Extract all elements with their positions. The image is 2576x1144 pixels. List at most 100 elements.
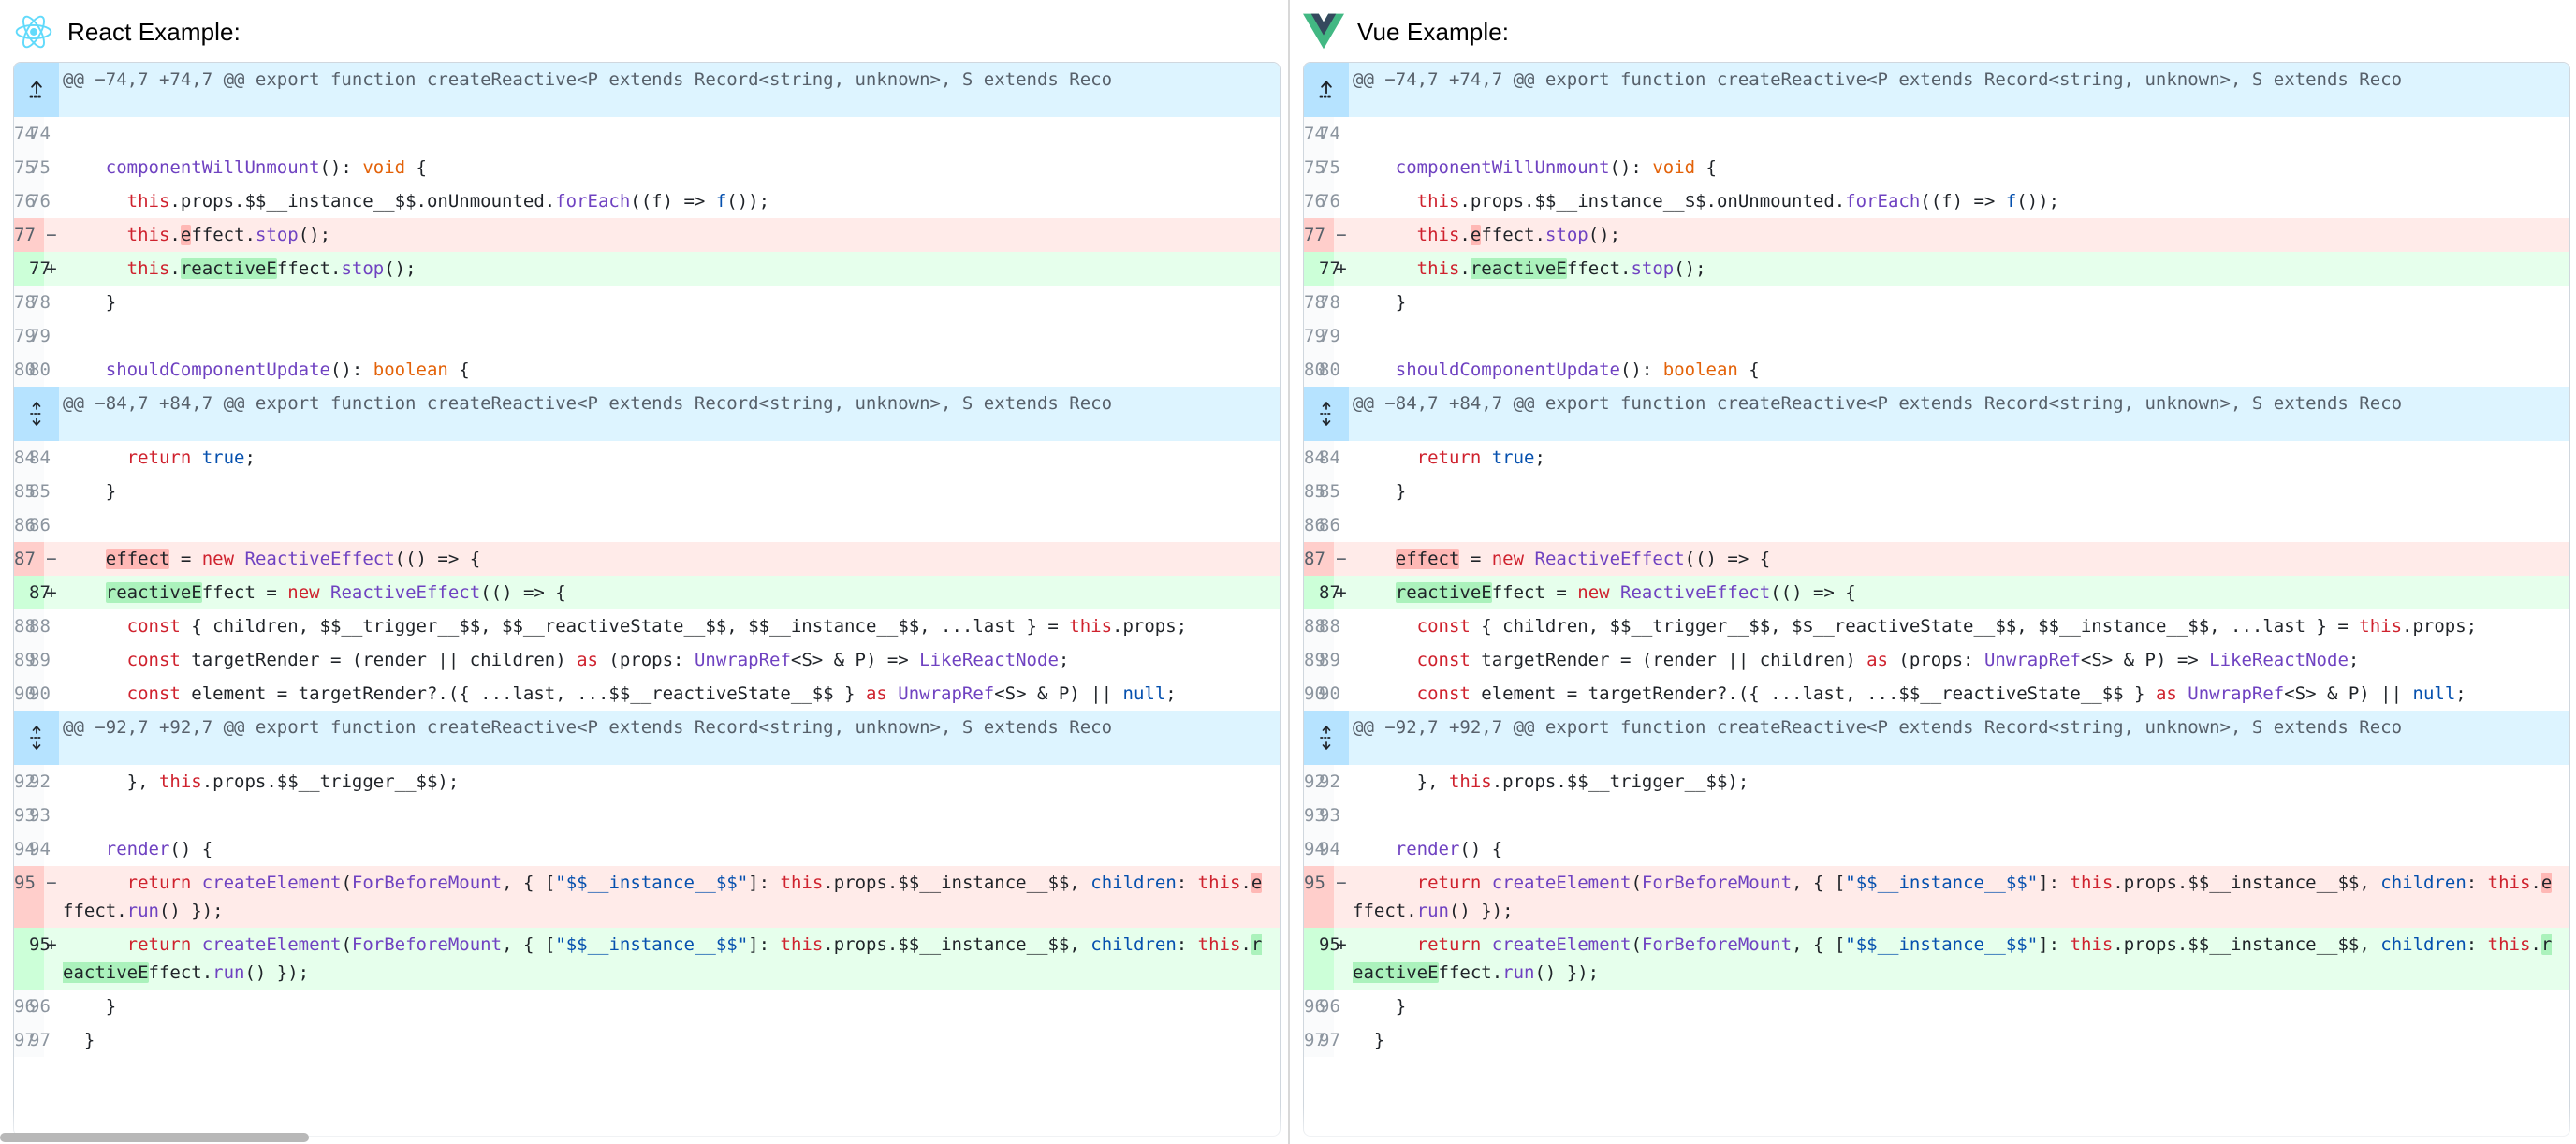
code-token: this: [1417, 258, 1460, 279]
old-line-number[interactable]: 90: [1304, 677, 1319, 711]
old-line-number[interactable]: 97: [1304, 1023, 1319, 1057]
new-line-number[interactable]: 77: [29, 252, 44, 286]
old-line-number[interactable]: 96: [1304, 990, 1319, 1023]
old-line-number[interactable]: [14, 928, 29, 990]
new-line-number[interactable]: 96: [1319, 990, 1334, 1023]
new-line-number[interactable]: 75: [29, 151, 44, 184]
new-line-number[interactable]: 80: [1319, 353, 1334, 387]
vue-diff-viewer[interactable]: @@ −74,7 +74,7 @@ export function create…: [1303, 62, 2570, 1137]
new-line-number[interactable]: 97: [29, 1023, 44, 1057]
new-line-number[interactable]: 80: [29, 353, 44, 387]
hunk-expander-button[interactable]: [14, 711, 59, 765]
old-line-number[interactable]: 94: [14, 832, 29, 866]
new-line-number[interactable]: 77: [1319, 252, 1334, 286]
new-line-number[interactable]: 92: [1319, 765, 1334, 799]
old-line-number[interactable]: 76: [14, 184, 29, 218]
new-line-number[interactable]: 97: [1319, 1023, 1334, 1057]
old-line-number[interactable]: 90: [14, 677, 29, 711]
old-line-number[interactable]: 85: [1304, 475, 1319, 508]
code-token: [887, 683, 898, 704]
old-line-number[interactable]: 76: [1304, 184, 1319, 218]
old-line-number[interactable]: [1304, 576, 1319, 609]
old-line-number[interactable]: 96: [14, 990, 29, 1023]
old-line-number[interactable]: 74: [14, 117, 29, 151]
old-line-number[interactable]: 84: [1304, 441, 1319, 475]
new-line-number[interactable]: 84: [29, 441, 44, 475]
old-line-number[interactable]: 95: [1304, 866, 1319, 928]
old-line-number[interactable]: 75: [1304, 151, 1319, 184]
new-line-number[interactable]: 93: [1319, 799, 1334, 832]
old-line-number[interactable]: 92: [14, 765, 29, 799]
new-line-number[interactable]: 95: [1319, 928, 1334, 990]
horizontal-scrollbar-thumb[interactable]: [0, 1133, 309, 1142]
new-line-number[interactable]: 86: [1319, 508, 1334, 542]
new-line-number[interactable]: 89: [29, 643, 44, 677]
new-line-number[interactable]: 90: [29, 677, 44, 711]
old-line-number[interactable]: 84: [14, 441, 29, 475]
old-line-number[interactable]: 93: [1304, 799, 1319, 832]
hunk-expander-button[interactable]: [1304, 711, 1349, 765]
new-line-number[interactable]: 89: [1319, 643, 1334, 677]
hunk-expander-button[interactable]: [1304, 63, 1349, 117]
hunk-expander-button[interactable]: [14, 387, 59, 441]
new-line-number[interactable]: 79: [1319, 319, 1334, 353]
new-line-number[interactable]: 92: [29, 765, 44, 799]
old-line-number[interactable]: 75: [14, 151, 29, 184]
old-line-number[interactable]: 80: [1304, 353, 1319, 387]
old-line-number[interactable]: 95: [14, 866, 29, 928]
code-token: this: [127, 191, 170, 212]
new-line-number[interactable]: 79: [29, 319, 44, 353]
code-token: ]:: [748, 873, 780, 893]
old-line-number[interactable]: 77: [14, 218, 29, 252]
old-line-number[interactable]: [1304, 252, 1319, 286]
horizontal-scrollbar[interactable]: [0, 1131, 1288, 1144]
old-line-number[interactable]: 79: [1304, 319, 1319, 353]
old-line-number[interactable]: 78: [14, 286, 29, 319]
new-line-number[interactable]: 88: [1319, 609, 1334, 643]
new-line-number[interactable]: 75: [1319, 151, 1334, 184]
old-line-number[interactable]: 78: [1304, 286, 1319, 319]
hunk-expander-button[interactable]: [1304, 387, 1349, 441]
old-line-number[interactable]: 86: [14, 508, 29, 542]
old-line-number[interactable]: 93: [14, 799, 29, 832]
old-line-number[interactable]: 89: [14, 643, 29, 677]
new-line-number[interactable]: 78: [29, 286, 44, 319]
new-line-number[interactable]: 76: [1319, 184, 1334, 218]
old-line-number[interactable]: [14, 252, 29, 286]
old-line-number[interactable]: 88: [1304, 609, 1319, 643]
old-line-number[interactable]: 77: [1304, 218, 1319, 252]
new-line-number[interactable]: 86: [29, 508, 44, 542]
old-line-number[interactable]: 92: [1304, 765, 1319, 799]
old-line-number[interactable]: 87: [14, 542, 29, 576]
new-line-number[interactable]: 94: [29, 832, 44, 866]
new-line-number[interactable]: 84: [1319, 441, 1334, 475]
new-line-number[interactable]: 74: [1319, 117, 1334, 151]
new-line-number[interactable]: 90: [1319, 677, 1334, 711]
old-line-number[interactable]: 88: [14, 609, 29, 643]
hunk-expander-button[interactable]: [14, 63, 59, 117]
new-line-number[interactable]: 87: [1319, 576, 1334, 609]
new-line-number[interactable]: 93: [29, 799, 44, 832]
old-line-number[interactable]: 94: [1304, 832, 1319, 866]
old-line-number[interactable]: [14, 576, 29, 609]
old-line-number[interactable]: 87: [1304, 542, 1319, 576]
old-line-number[interactable]: 85: [14, 475, 29, 508]
new-line-number[interactable]: 96: [29, 990, 44, 1023]
new-line-number[interactable]: 94: [1319, 832, 1334, 866]
old-line-number[interactable]: 89: [1304, 643, 1319, 677]
old-line-number[interactable]: 80: [14, 353, 29, 387]
old-line-number[interactable]: [1304, 928, 1319, 990]
old-line-number[interactable]: 97: [14, 1023, 29, 1057]
new-line-number[interactable]: 87: [29, 576, 44, 609]
new-line-number[interactable]: 78: [1319, 286, 1334, 319]
new-line-number[interactable]: 85: [1319, 475, 1334, 508]
new-line-number[interactable]: 88: [29, 609, 44, 643]
react-diff-viewer[interactable]: @@ −74,7 +74,7 @@ export function create…: [13, 62, 1281, 1137]
old-line-number[interactable]: 86: [1304, 508, 1319, 542]
new-line-number[interactable]: 74: [29, 117, 44, 151]
new-line-number[interactable]: 95: [29, 928, 44, 990]
old-line-number[interactable]: 74: [1304, 117, 1319, 151]
old-line-number[interactable]: 79: [14, 319, 29, 353]
new-line-number[interactable]: 85: [29, 475, 44, 508]
new-line-number[interactable]: 76: [29, 184, 44, 218]
